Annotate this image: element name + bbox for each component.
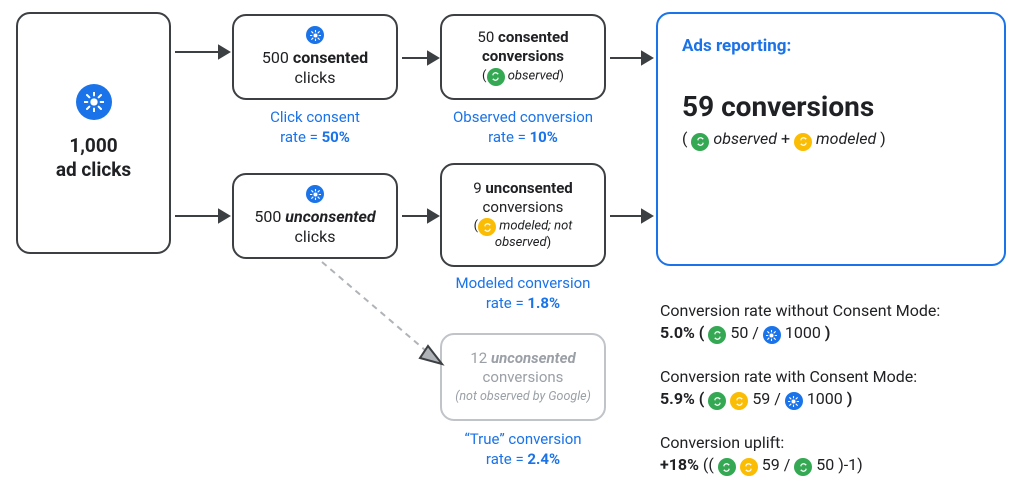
consented-conv-word: consented bbox=[498, 28, 569, 46]
arrow-icon bbox=[173, 40, 231, 64]
true-conv-note: (not observed by Google) bbox=[455, 389, 591, 404]
paren-close: ) bbox=[880, 129, 886, 148]
consented-conv-note: observed bbox=[508, 68, 560, 83]
stat-uplift: Conversion uplift: +18% (( 59 / 50 )-1) bbox=[660, 432, 1010, 476]
conversion-icon bbox=[708, 326, 726, 344]
box-consented-clicks: 500 consented clicks bbox=[232, 14, 398, 100]
consented-clicks-label: clicks bbox=[295, 68, 336, 87]
conversion-icon bbox=[794, 458, 812, 476]
unconsented-conv-count: 9 bbox=[473, 179, 481, 197]
box-ads-reporting: Ads reporting: 59 conversions ( observed… bbox=[656, 12, 1006, 266]
unconsented-clicks-count: 500 bbox=[254, 207, 281, 226]
arrow-icon bbox=[608, 204, 654, 228]
label-click-consent-rate: Click consent rate = 50% bbox=[232, 108, 398, 147]
arrow-icon bbox=[400, 204, 440, 228]
result-observed: observed bbox=[713, 129, 777, 148]
conversion-icon bbox=[691, 133, 709, 151]
unconsented-conv-note: modeled; not observed bbox=[495, 219, 573, 251]
stat-with-consent: Conversion rate with Consent Mode: 5.9% … bbox=[660, 366, 1010, 410]
box-unconsented-clicks: 500 unconsented clicks bbox=[232, 173, 398, 259]
click-icon bbox=[763, 326, 781, 344]
box-true-conversions: 12 unconsented conversions (not observed… bbox=[440, 333, 606, 421]
consented-clicks-word: consented bbox=[293, 48, 368, 67]
true-conv-count: 12 bbox=[470, 349, 487, 367]
label-modeled-conv-rate: Modeled conversion rate = 1.8% bbox=[432, 274, 614, 313]
unconsented-clicks-label: clicks bbox=[295, 227, 336, 246]
true-conv-word: unconsented bbox=[491, 349, 576, 367]
unconsented-clicks-word: unconsented bbox=[285, 207, 375, 226]
true-conv-label: conversions bbox=[483, 368, 564, 386]
click-icon bbox=[76, 84, 112, 120]
box-ad-clicks: 1,000 ad clicks bbox=[16, 12, 171, 254]
box-consented-conversions: 50 consented conversions ( observed) bbox=[440, 14, 606, 100]
consented-conv-count: 50 bbox=[477, 28, 494, 46]
consented-conv-label: conversions bbox=[482, 47, 564, 65]
box-unconsented-conversions: 9 unconsented conversions ( modeled; not… bbox=[440, 163, 606, 267]
click-icon bbox=[785, 392, 803, 410]
unconsented-conv-label: conversions bbox=[483, 198, 564, 216]
ad-clicks-count: 1,000 bbox=[69, 134, 117, 157]
label-true-conv-rate: “True” conversion rate = 2.4% bbox=[432, 430, 614, 469]
result-modeled: modeled bbox=[816, 129, 876, 148]
arrow-icon bbox=[400, 46, 440, 70]
result-heading: Ads reporting: bbox=[682, 36, 980, 56]
label-observed-conv-rate: Observed conversion rate = 10% bbox=[432, 108, 614, 147]
conversion-icon bbox=[730, 392, 748, 410]
paren-open: ( bbox=[682, 129, 687, 148]
arrow-icon bbox=[608, 46, 654, 70]
unconsented-conv-word: unconsented bbox=[485, 179, 572, 197]
conversion-icon bbox=[487, 68, 505, 86]
arrow-icon bbox=[173, 204, 231, 228]
plus: + bbox=[781, 129, 794, 148]
stat-without-consent: Conversion rate without Consent Mode: 5.… bbox=[660, 300, 1010, 344]
result-count: 59 conversions bbox=[682, 90, 980, 123]
click-icon bbox=[306, 26, 324, 44]
conversion-icon bbox=[740, 458, 758, 476]
click-icon bbox=[306, 185, 324, 203]
consented-clicks-count: 500 bbox=[262, 48, 289, 67]
conversion-icon bbox=[718, 458, 736, 476]
conversion-icon bbox=[708, 392, 726, 410]
arrow-dashed-icon bbox=[320, 260, 450, 370]
conversion-icon bbox=[478, 218, 496, 236]
conversion-icon bbox=[794, 133, 812, 151]
ad-clicks-label: ad clicks bbox=[56, 158, 131, 181]
